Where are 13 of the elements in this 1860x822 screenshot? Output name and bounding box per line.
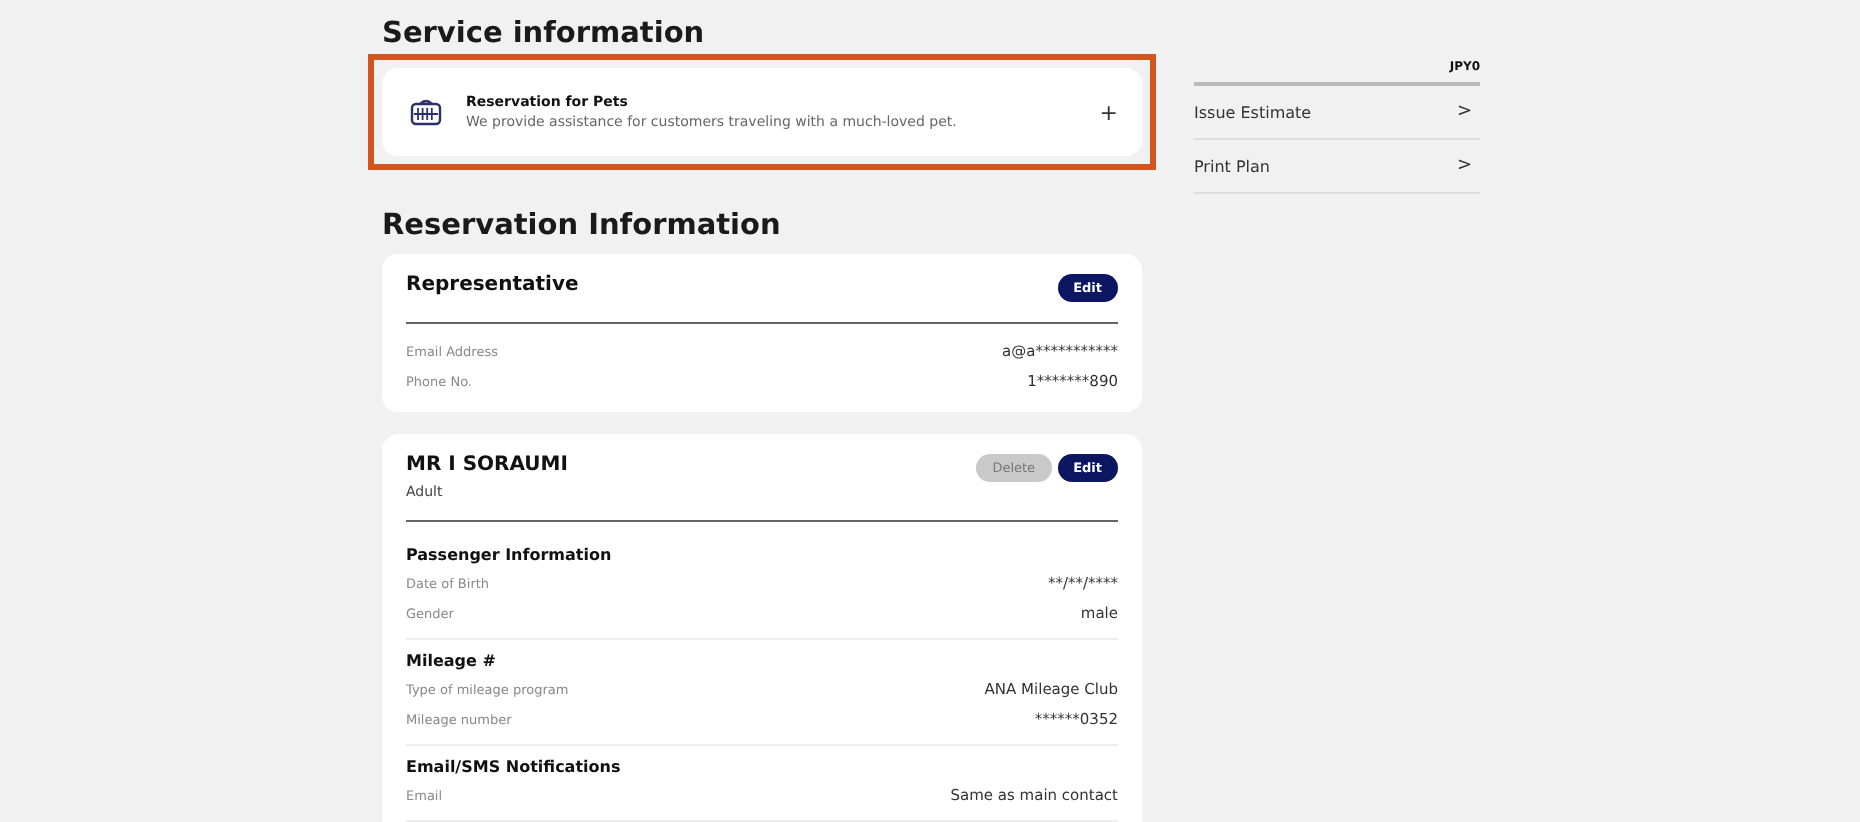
card-title: MR I SORAUMI <box>406 454 568 476</box>
subsection-heading: Passenger Information <box>406 546 614 564</box>
plus-icon[interactable]: + <box>1099 99 1118 125</box>
sidebar-link[interactable]: Issue Estimate > <box>1194 86 1480 140</box>
section-heading: Service information <box>382 18 707 50</box>
pet-carrier-icon <box>410 98 442 126</box>
sidebar-link[interactable]: Print Plan > <box>1194 140 1480 194</box>
section-heading: Reservation Information <box>382 210 783 242</box>
chevron-icon: > <box>1456 156 1480 176</box>
chevron-icon: > <box>1456 102 1480 122</box>
card-title: Representative <box>406 274 579 296</box>
subsection-heading: Mileage # <box>406 652 498 670</box>
subsection-heading: Email/SMS Notifications <box>406 758 623 776</box>
